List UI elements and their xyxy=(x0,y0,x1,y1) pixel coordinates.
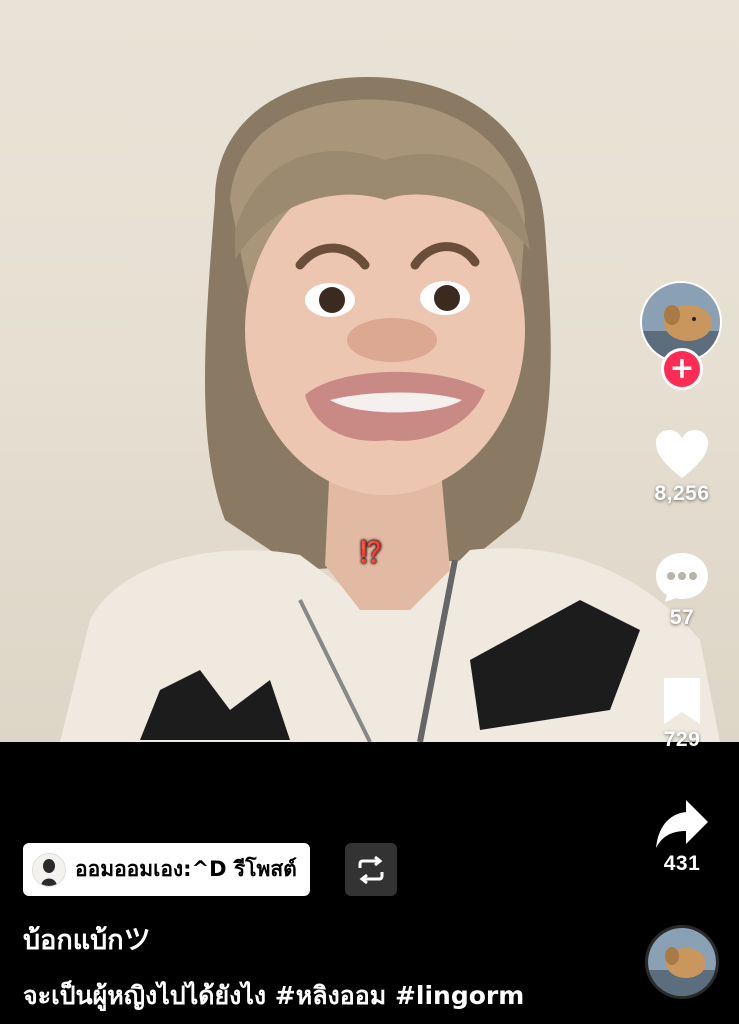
bookmark-count: 729 xyxy=(663,728,701,751)
reposter-avatar xyxy=(32,852,66,887)
bookmark-icon xyxy=(664,678,700,724)
video-player[interactable]: ⁉️ xyxy=(0,0,739,742)
comment-count: 57 xyxy=(669,606,695,629)
like-button[interactable]: 8,256 xyxy=(637,428,727,506)
post-username[interactable]: บ้อกแบ้กツ xyxy=(23,918,151,961)
comment-button[interactable]: 57 xyxy=(637,550,727,630)
share-button[interactable]: 431 xyxy=(637,798,727,876)
share-arrow-icon xyxy=(656,800,708,848)
dog-avatar-icon xyxy=(648,928,716,996)
video-frame xyxy=(60,77,720,742)
repost-chip[interactable]: ออมออมเอง:^D รีโพสต์ xyxy=(23,843,310,896)
comment-icon xyxy=(656,553,708,602)
share-count: 431 xyxy=(663,852,701,875)
repost-icon xyxy=(358,855,384,884)
heart-icon xyxy=(656,430,708,478)
overlay-text: ⁉️ xyxy=(358,540,385,564)
post-caption[interactable]: จะเป็นผู้หญิงไปได้ยังไง #หลิงออม #lingor… xyxy=(23,976,524,1016)
repost-button[interactable] xyxy=(345,843,397,896)
follow-button[interactable]: + xyxy=(661,348,703,390)
repost-label: ออมออมเอง:^D รีโพสต์ xyxy=(75,857,297,881)
bookmark-button[interactable]: 729 xyxy=(637,676,727,752)
music-disc[interactable] xyxy=(645,925,719,999)
person-avatar-icon xyxy=(33,853,65,886)
like-count: 8,256 xyxy=(654,482,710,505)
